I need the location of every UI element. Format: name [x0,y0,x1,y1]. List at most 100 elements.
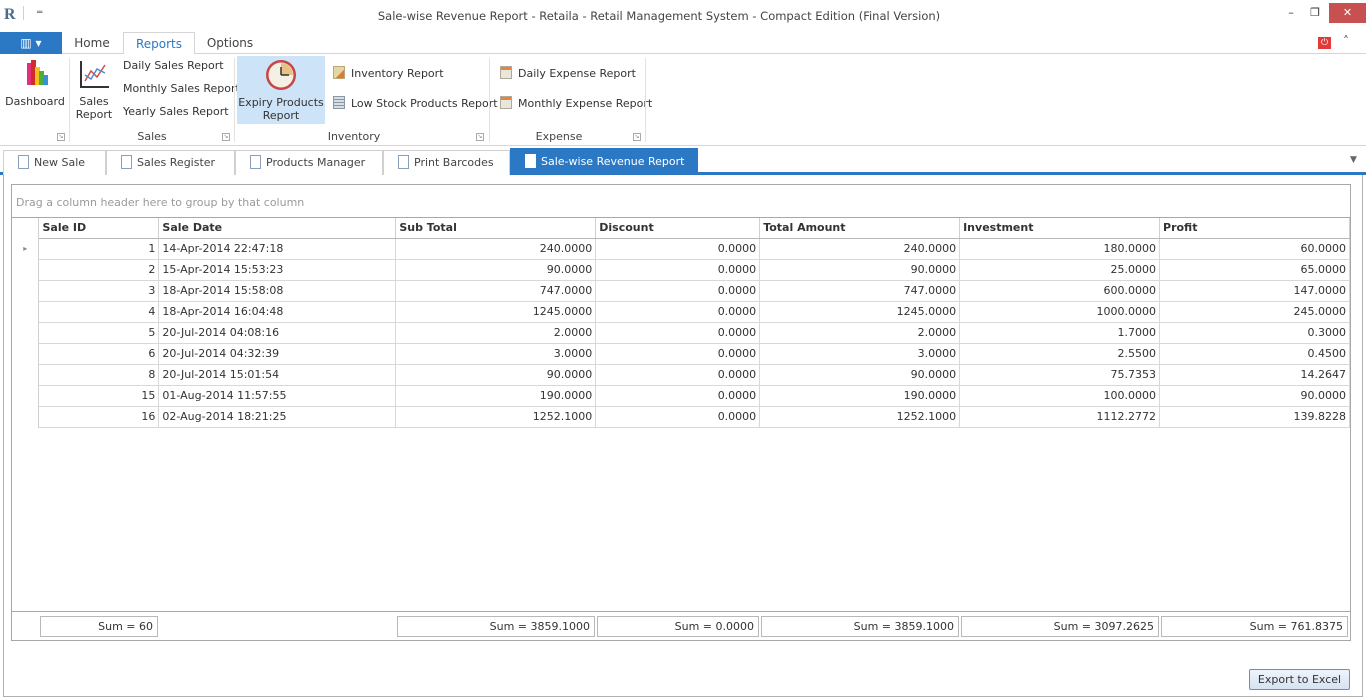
cell-sale-date[interactable]: 20-Jul-2014 04:32:39 [158,343,397,365]
table-row[interactable]: 4 18-Apr-2014 16:04:48 1245.0000 0.0000 1245… [12,301,1350,323]
column-header-sale-id[interactable]: Sale ID [38,218,160,239]
cell-discount[interactable]: 0.0000 [595,280,761,302]
cell-profit[interactable]: 139.8228 [1159,406,1350,428]
cell-discount[interactable]: 0.0000 [595,322,761,344]
power-icon[interactable]: ⏻ [1318,37,1331,49]
doc-tab-sales-register[interactable]: Sales Register [106,150,235,175]
table-row[interactable]: 5 20-Jul-2014 04:08:16 2.0000 0.0000 2.0000 1… [12,322,1350,344]
low-stock-products-report-button[interactable]: Low Stock Products Report [333,95,498,113]
cell-sale-id[interactable]: 2 [38,259,160,281]
cell-discount[interactable]: 0.0000 [595,343,761,365]
cell-sub-total[interactable]: 240.0000 [395,238,597,260]
cell-sub-total[interactable]: 190.0000 [395,385,597,407]
cell-profit[interactable]: 60.0000 [1159,238,1350,260]
cell-total-amount[interactable]: 240.0000 [759,238,961,260]
cell-sale-date[interactable]: 01-Aug-2014 11:57:55 [158,385,397,407]
table-row[interactable]: 2 15-Apr-2014 15:53:23 90.0000 0.0000 90.000… [12,259,1350,281]
cell-sale-date[interactable]: 18-Apr-2014 15:58:08 [158,280,397,302]
cell-sale-id[interactable]: 3 [38,280,160,302]
column-header-investment[interactable]: Investment [959,218,1161,239]
expiry-products-report-button[interactable]: Expiry Products Report [237,56,325,124]
restore-button[interactable]: ❐ [1302,3,1328,23]
cell-sale-date[interactable]: 20-Jul-2014 04:08:16 [158,322,397,344]
ribbon-tab-reports[interactable]: Reports [123,32,195,55]
doc-tab-products-manager[interactable]: Products Manager [235,150,383,175]
tabs-dropdown-icon[interactable]: ▼ [1350,155,1357,165]
dashboard-button[interactable]: Dashboard [4,57,66,127]
cell-sale-id[interactable]: 4 [38,301,160,323]
dashboard-group-launcher[interactable]: ↘ [57,133,65,141]
cell-sale-date[interactable]: 14-Apr-2014 22:47:18 [158,238,397,260]
cell-sale-id[interactable]: 5 [38,322,160,344]
column-header-sub-total[interactable]: Sub Total [395,218,597,239]
cell-sale-id[interactable]: 8 [38,364,160,386]
row-indicator[interactable] [12,322,40,343]
close-tab-icon[interactable]: ✕ [696,154,706,168]
cell-sub-total[interactable]: 90.0000 [395,259,597,281]
sales-report-button[interactable]: Sales Report [74,57,114,127]
daily-sales-report-button[interactable]: Daily Sales Report [123,57,224,75]
sales-group-launcher[interactable]: ↘ [222,133,230,141]
table-row[interactable]: 15 01-Aug-2014 11:57:55 190.0000 0.0000 190.… [12,385,1350,407]
doc-tab-sale-wise-revenue-report[interactable]: Sale-wise Revenue Report ✕ [510,148,707,175]
cell-profit[interactable]: 245.0000 [1159,301,1350,323]
cell-sub-total[interactable]: 1252.1000 [395,406,597,428]
cell-total-amount[interactable]: 190.0000 [759,385,961,407]
cell-sale-id[interactable]: 6 [38,343,160,365]
cell-profit[interactable]: 0.4500 [1159,343,1350,365]
row-indicator[interactable] [12,343,40,364]
cell-discount[interactable]: 0.0000 [595,364,761,386]
yearly-sales-report-button[interactable]: Yearly Sales Report [123,103,229,121]
table-row[interactable]: 8 20-Jul-2014 15:01:54 90.0000 0.0000 90.000… [12,364,1350,386]
export-to-excel-button[interactable]: Export to Excel [1249,669,1350,690]
column-header-sale-date[interactable]: Sale Date [158,218,397,239]
cell-investment[interactable]: 25.0000 [959,259,1161,281]
row-indicator[interactable] [12,280,40,301]
minimize-button[interactable]: – [1278,3,1304,23]
cell-investment[interactable]: 75.7353 [959,364,1161,386]
table-row[interactable]: ▸ 1 14-Apr-2014 22:47:18 240.0000 0.0000 240.… [12,238,1350,260]
application-menu-button[interactable]: ▥ ▾ [0,32,62,54]
cell-sub-total[interactable]: 3.0000 [395,343,597,365]
row-indicator[interactable] [12,406,40,427]
cell-total-amount[interactable]: 3.0000 [759,343,961,365]
cell-sub-total[interactable]: 90.0000 [395,364,597,386]
group-by-panel[interactable]: Drag a column header here to group by th… [12,185,1350,218]
cell-sale-date[interactable]: 18-Apr-2014 16:04:48 [158,301,397,323]
cell-discount[interactable]: 0.0000 [595,385,761,407]
table-row[interactable]: 3 18-Apr-2014 15:58:08 747.0000 0.0000 747.0… [12,280,1350,302]
cell-sale-id[interactable]: 15 [38,385,160,407]
column-header-total-amount[interactable]: Total Amount [759,218,961,239]
monthly-expense-report-button[interactable]: Monthly Expense Report [500,95,652,113]
cell-investment[interactable]: 1.7000 [959,322,1161,344]
cell-total-amount[interactable]: 2.0000 [759,322,961,344]
table-row[interactable]: 6 20-Jul-2014 04:32:39 3.0000 0.0000 3.0000 2… [12,343,1350,365]
cell-profit[interactable]: 147.0000 [1159,280,1350,302]
cell-sub-total[interactable]: 1245.0000 [395,301,597,323]
ribbon-tab-home[interactable]: Home [66,32,118,55]
cell-profit[interactable]: 65.0000 [1159,259,1350,281]
row-indicator[interactable] [12,259,40,280]
cell-profit[interactable]: 0.3000 [1159,322,1350,344]
cell-sale-id[interactable]: 16 [38,406,160,428]
ribbon-tab-options[interactable]: Options [200,32,260,55]
cell-total-amount[interactable]: 747.0000 [759,280,961,302]
doc-tab-print-barcodes[interactable]: Print Barcodes [383,150,510,175]
cell-discount[interactable]: 0.0000 [595,301,761,323]
row-indicator[interactable] [12,385,40,406]
cell-total-amount[interactable]: 90.0000 [759,259,961,281]
monthly-sales-report-button[interactable]: Monthly Sales Report [123,80,240,98]
cell-investment[interactable]: 1000.0000 [959,301,1161,323]
cell-discount[interactable]: 0.0000 [595,406,761,428]
row-indicator[interactable] [12,364,40,385]
column-header-profit[interactable]: Profit [1159,218,1350,239]
cell-total-amount[interactable]: 1245.0000 [759,301,961,323]
cell-sale-id[interactable]: 1 [38,238,160,260]
cell-discount[interactable]: 0.0000 [595,238,761,260]
cell-profit[interactable]: 14.2647 [1159,364,1350,386]
table-row[interactable]: 16 02-Aug-2014 18:21:25 1252.1000 0.0000 125… [12,406,1350,428]
cell-sub-total[interactable]: 747.0000 [395,280,597,302]
cell-total-amount[interactable]: 90.0000 [759,364,961,386]
row-indicator[interactable]: ▸ [12,238,40,259]
cell-sale-date[interactable]: 02-Aug-2014 18:21:25 [158,406,397,428]
